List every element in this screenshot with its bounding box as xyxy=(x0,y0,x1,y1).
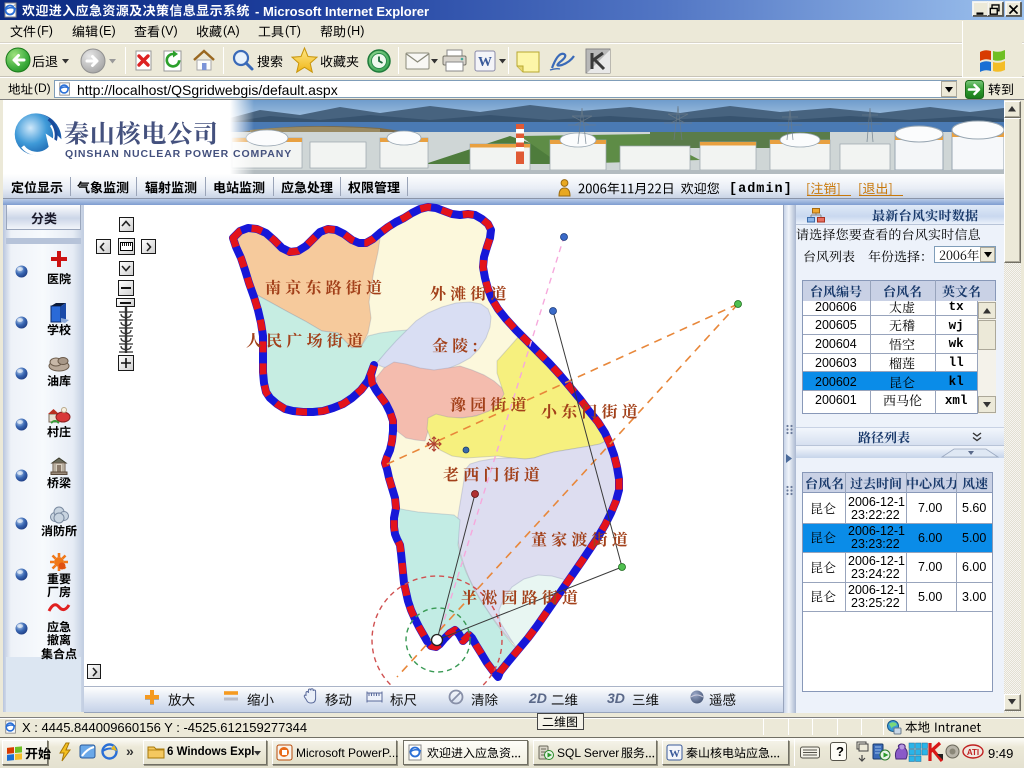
svg-text:W: W xyxy=(669,748,680,760)
svg-text:W: W xyxy=(478,55,492,70)
svg-text:ATI: ATI xyxy=(967,748,979,757)
